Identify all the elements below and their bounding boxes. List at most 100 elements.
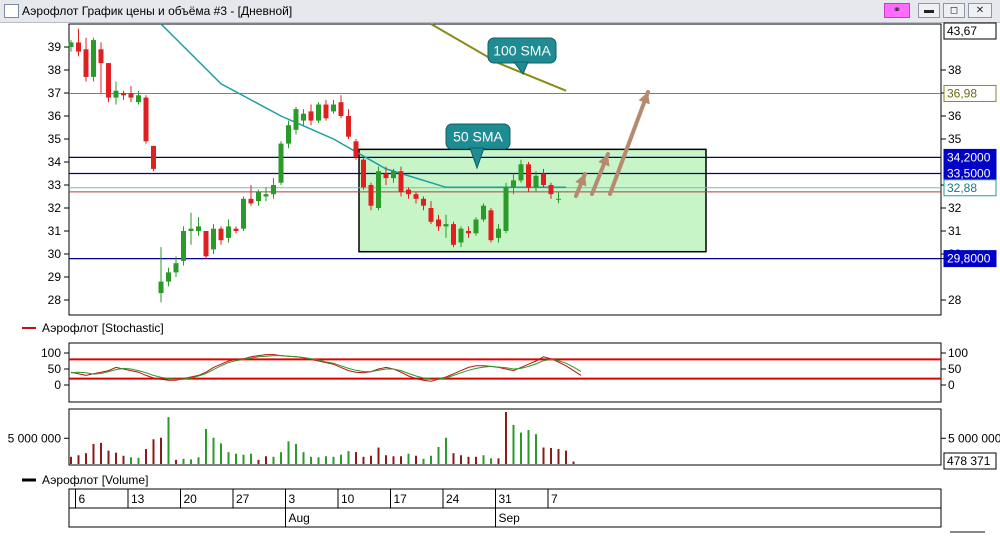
volume-bar (557, 449, 560, 464)
volume-bar (100, 442, 102, 464)
volume-bar (130, 457, 132, 464)
price-badge: 34,2000 (943, 148, 997, 166)
volume-bar (250, 453, 252, 464)
candle-body (541, 173, 546, 185)
candle (241, 196, 246, 231)
volume-bar (475, 456, 477, 464)
volume-bar (460, 455, 462, 464)
date-label: 13 (131, 492, 145, 506)
candle (353, 139, 359, 160)
volume-bar (107, 450, 110, 464)
candle-body (548, 185, 554, 195)
candle (151, 145, 156, 172)
price-badge: 43,67 (943, 22, 997, 40)
stochastic-left-tick: 50 (48, 362, 62, 376)
stochastic-right-tick: 0 (948, 378, 955, 392)
volume-bar (370, 455, 372, 464)
candle (278, 141, 284, 185)
volume-bar (332, 456, 335, 464)
volume-bar (197, 457, 200, 464)
volume-bar (385, 455, 387, 464)
volume-bar (235, 453, 237, 464)
candle-body (256, 191, 261, 202)
volume-bar (85, 453, 87, 464)
left-tick-label: 37 (48, 86, 62, 100)
volume-bar (122, 455, 125, 464)
date-label: 24 (446, 492, 460, 506)
left-tick-label: 35 (48, 132, 62, 146)
volume-bar (490, 458, 492, 464)
candle-body (451, 224, 456, 245)
volume-bar (317, 457, 320, 464)
candle-body (556, 198, 561, 200)
stochastic-right-tick: 100 (948, 346, 968, 360)
volume-bar (145, 449, 147, 464)
candle-body (128, 93, 134, 98)
volume-bar (242, 454, 245, 464)
candle-body (421, 198, 426, 206)
volume-bar (482, 455, 485, 464)
price-badge-label: 43,67 (947, 24, 977, 38)
candle-body (91, 40, 96, 77)
volume-bar (512, 424, 515, 464)
candle-body (368, 185, 374, 206)
stochastic-panel-frame (68, 342, 942, 403)
candle-body (226, 226, 231, 238)
volume-bar (167, 417, 170, 464)
left-tick-label: 39 (48, 40, 62, 54)
candle (451, 221, 456, 248)
candle-body (458, 228, 464, 243)
stochastic-legend: Аэрофлот [Stochastic] (42, 321, 164, 335)
candle (503, 182, 509, 234)
candle-body (278, 143, 284, 183)
candle-body (323, 104, 329, 119)
date-label: 7 (551, 492, 558, 506)
candle-body (106, 63, 111, 98)
volume-bar (257, 459, 260, 464)
candle-body (511, 180, 516, 188)
volume-bar (400, 456, 402, 464)
volume-bar (527, 430, 530, 464)
candle (488, 208, 494, 243)
volume-bar (182, 458, 185, 464)
candle-body (331, 104, 336, 112)
right-tick-label: 31 (948, 224, 962, 238)
volume-bar (377, 447, 380, 464)
volume-right-tick: 5 000 000 (948, 431, 1000, 445)
candle-body (413, 194, 419, 199)
volume-last-badge: 478 371 (943, 452, 997, 470)
volume-bar (227, 452, 230, 464)
candle-body (136, 95, 141, 103)
left-tick-label: 30 (48, 247, 62, 261)
candle-body (173, 263, 179, 273)
month-label: Aug (289, 511, 310, 525)
volume-bar (362, 456, 365, 464)
candle-body (503, 187, 509, 231)
date-label: 27 (236, 492, 250, 506)
volume-badge-label: 478 371 (947, 454, 991, 468)
right-tick-label: 28 (948, 293, 962, 307)
price-badge-label: 32,88 (947, 181, 977, 195)
candle-body (293, 109, 299, 130)
month-label: Sep (499, 511, 521, 525)
price-volume-chart[interactable]: 100 SMA50 SMA 39383736353433323130292838… (0, 0, 1000, 539)
date-label: 20 (184, 492, 198, 506)
candle-body (113, 90, 119, 98)
candle (361, 157, 366, 190)
candle-body (376, 171, 381, 208)
candle-body (533, 175, 539, 188)
right-tick-label: 35 (948, 132, 962, 146)
candle (203, 231, 209, 259)
volume-bar (115, 452, 117, 464)
callout-label: 100 SMA (493, 43, 551, 59)
candle-body (526, 164, 531, 188)
candle-body (218, 228, 224, 241)
candle-body (203, 231, 209, 257)
volume-bar (452, 453, 455, 464)
volume-bar (535, 434, 537, 464)
stochastic-left-tick: 0 (54, 378, 61, 392)
candle-body (121, 93, 126, 96)
candle (181, 226, 186, 266)
left-tick-label: 32 (48, 201, 62, 215)
volume-bar (265, 456, 267, 464)
